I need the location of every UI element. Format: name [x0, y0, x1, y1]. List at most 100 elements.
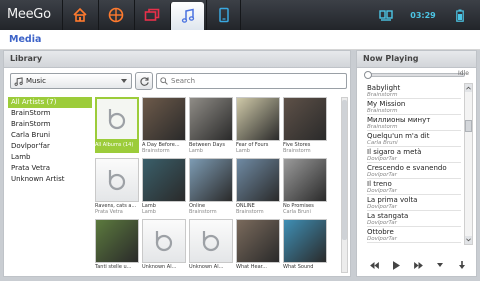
- album-tile[interactable]: No Promises Carla Bruni: [283, 158, 327, 215]
- music-placeholder-icon: [202, 231, 220, 252]
- album-tile[interactable]: What Hear...: [236, 219, 280, 273]
- album-tile[interactable]: Tanti stelle u...: [95, 219, 139, 273]
- playqueue-item[interactable]: Il treno DovlporTar: [367, 179, 461, 195]
- home-icon: [72, 7, 87, 22]
- track-title: La stangata: [367, 212, 409, 220]
- download-button[interactable]: [455, 258, 469, 272]
- options-dropdown-button[interactable]: [433, 258, 447, 272]
- windows-icon: [144, 8, 159, 21]
- album-tile[interactable]: Lamb Lamb: [142, 158, 186, 215]
- track-title: Ottobre: [367, 228, 394, 236]
- source-dropdown[interactable]: Music: [10, 73, 132, 89]
- playqueue-item[interactable]: La stangata DovlporTar: [367, 211, 461, 227]
- album-cover-art: [142, 158, 186, 202]
- album-artist: Lamb: [142, 209, 156, 215]
- previous-button[interactable]: [367, 258, 381, 272]
- playqueue-item[interactable]: My Mission Brainstorm: [367, 99, 461, 115]
- album-placeholder-cover: [142, 219, 186, 263]
- album-tile[interactable]: All Albums (14): [95, 97, 139, 153]
- album-tile[interactable]: Between Days Lamb: [189, 97, 233, 154]
- chevron-up-icon: [466, 86, 471, 90]
- album-artist: Lamb: [236, 148, 250, 154]
- track-title: My Mission: [367, 100, 406, 108]
- artist-list-item[interactable]: Carla Bruni: [8, 130, 92, 141]
- playqueue-list: Babylight Brainstorm My Mission Brainstorm М…: [367, 83, 461, 245]
- track-title: Il treno: [367, 180, 392, 188]
- refresh-button[interactable]: [135, 72, 153, 90]
- artist-list-item[interactable]: Unknown Artist: [8, 174, 92, 185]
- playqueue-item[interactable]: Ottobre DovlporTar: [367, 227, 461, 243]
- search-icon: [160, 77, 168, 85]
- search-field[interactable]: [156, 73, 347, 89]
- album-tile[interactable]: Unknown Al...: [189, 219, 233, 273]
- battery-status[interactable]: [448, 0, 472, 30]
- track-artist: DovlporTar: [367, 172, 397, 178]
- track-artist: DovlporTar: [367, 188, 397, 194]
- device-zone-button[interactable]: [206, 0, 240, 30]
- playqueue-item[interactable]: Quelqu'un m'a dit Carla Bruni: [367, 131, 461, 147]
- album-tile[interactable]: Online Brainstorm: [189, 158, 233, 215]
- previous-icon: [369, 261, 379, 269]
- album-tile[interactable]: What Sound: [283, 219, 327, 273]
- album-artist: [283, 270, 327, 273]
- app-header: Media: [0, 30, 480, 50]
- volume-knob[interactable]: [364, 71, 372, 79]
- now-playing-panel: Now Playing Idle Babylight Brainstorm My M…: [356, 50, 477, 277]
- home-zone-button[interactable]: [62, 0, 96, 30]
- playqueue-item[interactable]: Crescendo e svanendo DovlporTar: [367, 163, 461, 179]
- album-artist: Brainstorm: [142, 148, 170, 154]
- playqueue-item[interactable]: Миллионы минут Brainstorm: [367, 115, 461, 131]
- next-button[interactable]: [411, 258, 425, 272]
- album-tile[interactable]: Ravens, cats a... Prata Vetra: [95, 158, 139, 215]
- album-scrollbar[interactable]: [341, 97, 348, 273]
- album-artist: [236, 270, 280, 273]
- album-tile[interactable]: ONLINE Brainstorm: [236, 158, 280, 215]
- windows-zone-button[interactable]: [134, 0, 168, 30]
- album-title: All Albums (14): [95, 142, 134, 148]
- album-artist: [142, 270, 186, 273]
- volume-slider[interactable]: [364, 71, 465, 79]
- playqueue-scrollbar[interactable]: [464, 83, 473, 245]
- artist-list-item[interactable]: BrainStorm: [8, 119, 92, 130]
- artist-list-item[interactable]: Lamb: [8, 152, 92, 163]
- album-artist: Prata Vetra: [95, 209, 123, 215]
- now-playing-title: Now Playing: [357, 51, 476, 68]
- scroll-up-button[interactable]: [465, 84, 472, 92]
- artist-list-item[interactable]: All Artists (7): [8, 97, 92, 108]
- track-artist: DovlporTar: [367, 236, 397, 242]
- chevron-down-icon: [466, 238, 471, 242]
- playqueue-item[interactable]: Babylight Brainstorm: [367, 83, 461, 99]
- album-placeholder-cover: [95, 97, 139, 141]
- scrollbar-thumb[interactable]: [342, 100, 347, 240]
- playqueue-item[interactable]: Il sigaro a metà DovlporTar: [367, 147, 461, 163]
- playqueue-item[interactable]: La prima volta DovlporTar: [367, 195, 461, 211]
- album-tile[interactable]: Five Stores Brainstorm: [283, 97, 327, 154]
- source-dropdown-label: Music: [26, 77, 46, 85]
- album-cover-art: [283, 158, 327, 202]
- album-artist: [95, 270, 139, 273]
- artist-list-item[interactable]: Dovlpor'far: [8, 141, 92, 152]
- album-tile[interactable]: Unknown Al...: [142, 219, 186, 273]
- track-title: La prima volta: [367, 196, 418, 204]
- album-tile[interactable]: A Day Before... Brainstorm: [142, 97, 186, 154]
- track-artist: Brainstorm: [367, 108, 398, 114]
- album-artist: Brainstorm: [189, 209, 217, 215]
- track-title: Quelqu'un m'a dit: [367, 132, 430, 140]
- connection-status[interactable]: [372, 0, 400, 30]
- chevron-down-icon: [121, 79, 127, 83]
- album-artist: [95, 148, 139, 154]
- music-placeholder-icon: [108, 109, 126, 130]
- album-placeholder-cover: [95, 158, 139, 202]
- brand-logo: MeeGo: [7, 7, 51, 22]
- transport-controls: [363, 258, 473, 272]
- apps-zone-button[interactable]: [98, 0, 132, 30]
- artist-list-item[interactable]: Prata Vetra: [8, 163, 92, 174]
- scrollbar-thumb[interactable]: [465, 120, 472, 132]
- grid-icon: [108, 7, 123, 23]
- artist-list-item[interactable]: BrainStorm: [8, 108, 92, 119]
- play-button[interactable]: [389, 258, 403, 272]
- scroll-down-button[interactable]: [465, 236, 472, 244]
- album-tile[interactable]: Fear of Fours Lamb: [236, 97, 280, 154]
- search-input[interactable]: [171, 77, 341, 85]
- media-zone-button[interactable]: [170, 2, 204, 30]
